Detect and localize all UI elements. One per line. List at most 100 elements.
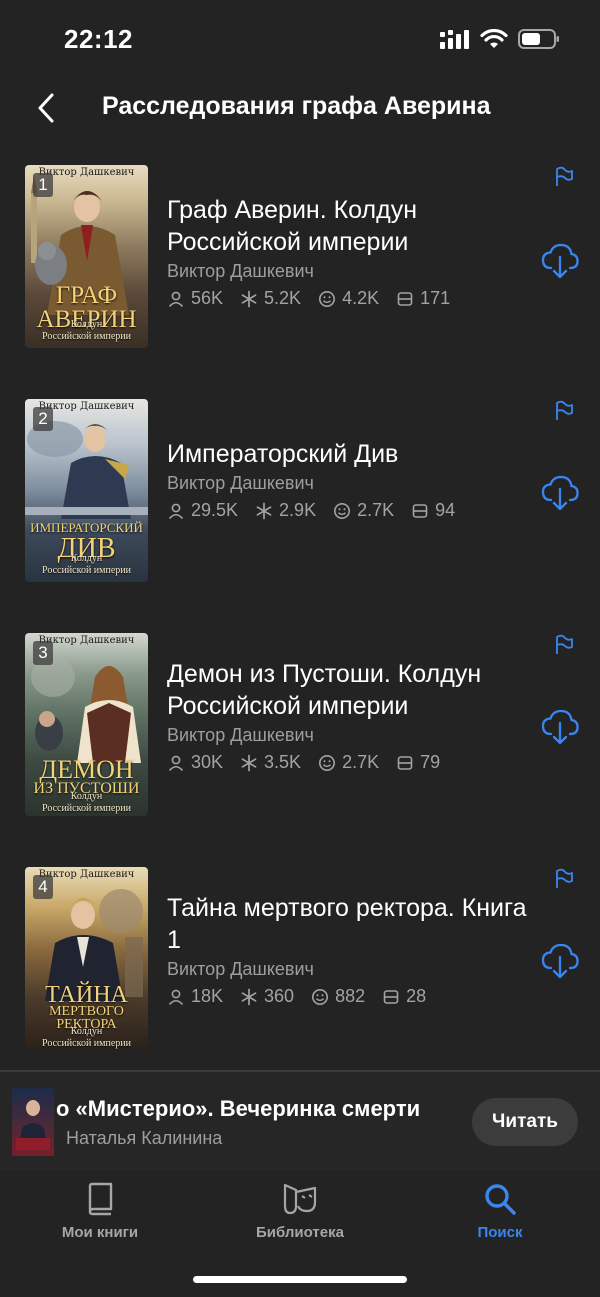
flag-icon bbox=[556, 634, 573, 654]
star-icon bbox=[256, 502, 272, 519]
cover-subtitle: Колдун Российской империи bbox=[42, 1026, 131, 1049]
book-list-item[interactable]: Виктор Дашкевич 4 ТАЙНА МЕРТВОГО РЕКТОРА… bbox=[0, 862, 600, 1096]
tab-label: Мои книги bbox=[61, 1224, 139, 1241]
wifi-icon bbox=[480, 29, 508, 48]
book-stats: 18K 360 882 28 bbox=[167, 986, 527, 1007]
book-list-item[interactable]: Виктор Дашкевич 3 ДЕМОН ИЗ ПУСТОШИ Колду… bbox=[0, 628, 600, 862]
home-indicator[interactable] bbox=[193, 1276, 407, 1283]
bookmark-flag-button[interactable] bbox=[552, 633, 576, 657]
cover-subtitle: Колдун Российской империи bbox=[42, 553, 131, 576]
book-cover[interactable]: Виктор Дашкевич 1 ГРАФ АВЕРИН Колдун Рос… bbox=[25, 165, 148, 348]
bookmark-flag-button[interactable] bbox=[552, 165, 576, 189]
status-time: 22:12 bbox=[64, 24, 133, 54]
person-icon bbox=[168, 755, 184, 771]
cloud-download-icon bbox=[541, 943, 579, 979]
stat-rating: 2.9K bbox=[255, 500, 316, 521]
mini-book-cover[interactable] bbox=[12, 1088, 54, 1156]
chevron-left-icon bbox=[38, 93, 54, 123]
download-button[interactable] bbox=[540, 240, 580, 280]
pages-icon bbox=[397, 755, 413, 770]
stat-rating-value: 3.5K bbox=[264, 752, 302, 772]
stat-likes-value: 882 bbox=[335, 986, 366, 1006]
stat-likes: 2.7K bbox=[318, 752, 379, 773]
header: Расследования графа Аверина bbox=[0, 80, 600, 136]
stat-readers: 18K bbox=[167, 986, 223, 1007]
tab-search[interactable]: Поиск bbox=[430, 1182, 570, 1241]
page-title: Расследования графа Аверина bbox=[102, 92, 491, 120]
back-button[interactable] bbox=[28, 88, 64, 128]
pages-icon bbox=[412, 503, 428, 518]
star-icon bbox=[241, 988, 257, 1005]
star-icon bbox=[241, 290, 257, 307]
tab-label: Поиск bbox=[477, 1224, 523, 1241]
tab-library[interactable]: Библиотека bbox=[230, 1182, 370, 1241]
stat-readers-value: 18K bbox=[191, 986, 224, 1006]
search-icon bbox=[485, 1184, 516, 1215]
person-icon bbox=[168, 503, 184, 519]
smile-icon bbox=[334, 502, 351, 519]
book-info: Тайна мертвого ректора. Книга 1 Виктор Д… bbox=[167, 892, 527, 1007]
bookmark-flag-button[interactable] bbox=[552, 867, 576, 891]
battery-icon bbox=[518, 29, 559, 49]
read-button[interactable]: Читать bbox=[472, 1098, 578, 1146]
download-button[interactable] bbox=[540, 940, 580, 980]
flag-icon bbox=[556, 166, 573, 186]
book-author[interactable]: Виктор Дашкевич bbox=[167, 725, 527, 746]
cover-illustration bbox=[16, 1100, 50, 1150]
stat-comments: 79 bbox=[396, 752, 440, 773]
pages-icon bbox=[397, 291, 413, 306]
book-title[interactable]: Демон из Пустоши. Колдун Российской импе… bbox=[167, 658, 527, 722]
tab-my-books[interactable]: Мои книги bbox=[30, 1182, 170, 1241]
book-cover[interactable]: Виктор Дашкевич 4 ТАЙНА МЕРТВОГО РЕКТОРА… bbox=[25, 867, 148, 1050]
mini-book-title: о «Мистерио». Вечеринка смерти bbox=[56, 1096, 421, 1121]
smile-icon bbox=[319, 754, 336, 771]
stat-rating-value: 2.9K bbox=[279, 500, 317, 520]
book-cover[interactable]: Виктор Дашкевич 3 ДЕМОН ИЗ ПУСТОШИ Колду… bbox=[25, 633, 148, 816]
download-button[interactable] bbox=[540, 472, 580, 512]
book-stats: 29.5K 2.9K 2.7K 94 bbox=[167, 500, 527, 521]
stat-rating: 5.2K bbox=[240, 288, 301, 309]
cellular-signal-icon bbox=[440, 30, 469, 49]
tab-bar: Мои книги Библиотека Поиск bbox=[0, 1172, 600, 1297]
stat-readers: 30K bbox=[167, 752, 223, 773]
book-author[interactable]: Виктор Дашкевич bbox=[167, 473, 527, 494]
book-title[interactable]: Тайна мертвого ректора. Книга 1 bbox=[167, 892, 527, 956]
book-title[interactable]: Императорский Див bbox=[167, 438, 527, 470]
stat-likes: 882 bbox=[311, 986, 365, 1007]
book-rank-badge: 3 bbox=[33, 641, 53, 665]
book-author[interactable]: Виктор Дашкевич bbox=[167, 261, 527, 282]
stat-comments: 28 bbox=[382, 986, 426, 1007]
stat-rating-value: 5.2K bbox=[264, 288, 302, 308]
cover-subtitle: Колдун Российской империи bbox=[42, 319, 131, 342]
book-icon bbox=[88, 1182, 113, 1216]
book-info: Демон из Пустоши. Колдун Российской импе… bbox=[167, 658, 527, 773]
book-cover[interactable]: Виктор Дашкевич 2 ИМПЕРАТОРСКИЙ ДИВ Колд… bbox=[25, 399, 148, 582]
book-title[interactable]: Граф Аверин. Колдун Российской империи bbox=[167, 194, 527, 258]
cloud-download-icon bbox=[541, 475, 579, 511]
book-author[interactable]: Виктор Дашкевич bbox=[167, 959, 527, 980]
book-info: Императорский Див Виктор Дашкевич 29.5K … bbox=[167, 438, 527, 521]
stat-readers: 56K bbox=[167, 288, 223, 309]
book-rank-badge: 4 bbox=[33, 875, 53, 899]
person-icon bbox=[168, 989, 184, 1005]
stat-likes-value: 2.7K bbox=[357, 500, 395, 520]
continue-reading-bar[interactable]: о «Мистерио». Вечеринка смерти Наталья К… bbox=[0, 1070, 600, 1170]
star-icon bbox=[241, 754, 257, 771]
mini-book-author: Наталья Калинина bbox=[66, 1128, 223, 1148]
book-list-item[interactable]: Виктор Дашкевич 2 ИМПЕРАТОРСКИЙ ДИВ Колд… bbox=[0, 394, 600, 628]
book-list-item[interactable]: Виктор Дашкевич 1 ГРАФ АВЕРИН Колдун Рос… bbox=[0, 160, 600, 394]
stat-rating: 3.5K bbox=[240, 752, 301, 773]
person-icon bbox=[168, 291, 184, 307]
tab-label: Библиотека bbox=[256, 1224, 344, 1241]
cloud-download-icon bbox=[541, 709, 579, 745]
stat-comments-value: 28 bbox=[406, 986, 427, 1006]
smile-icon bbox=[319, 290, 336, 307]
download-button[interactable] bbox=[540, 706, 580, 746]
stat-comments-value: 79 bbox=[420, 752, 441, 772]
bookmark-flag-button[interactable] bbox=[552, 399, 576, 423]
book-list: Виктор Дашкевич 1 ГРАФ АВЕРИН Колдун Рос… bbox=[0, 160, 600, 1096]
flag-icon bbox=[556, 400, 573, 420]
status-bar: 22:12 bbox=[0, 0, 600, 80]
stat-readers-value: 30K bbox=[191, 752, 224, 772]
stat-comments-value: 171 bbox=[420, 288, 451, 308]
